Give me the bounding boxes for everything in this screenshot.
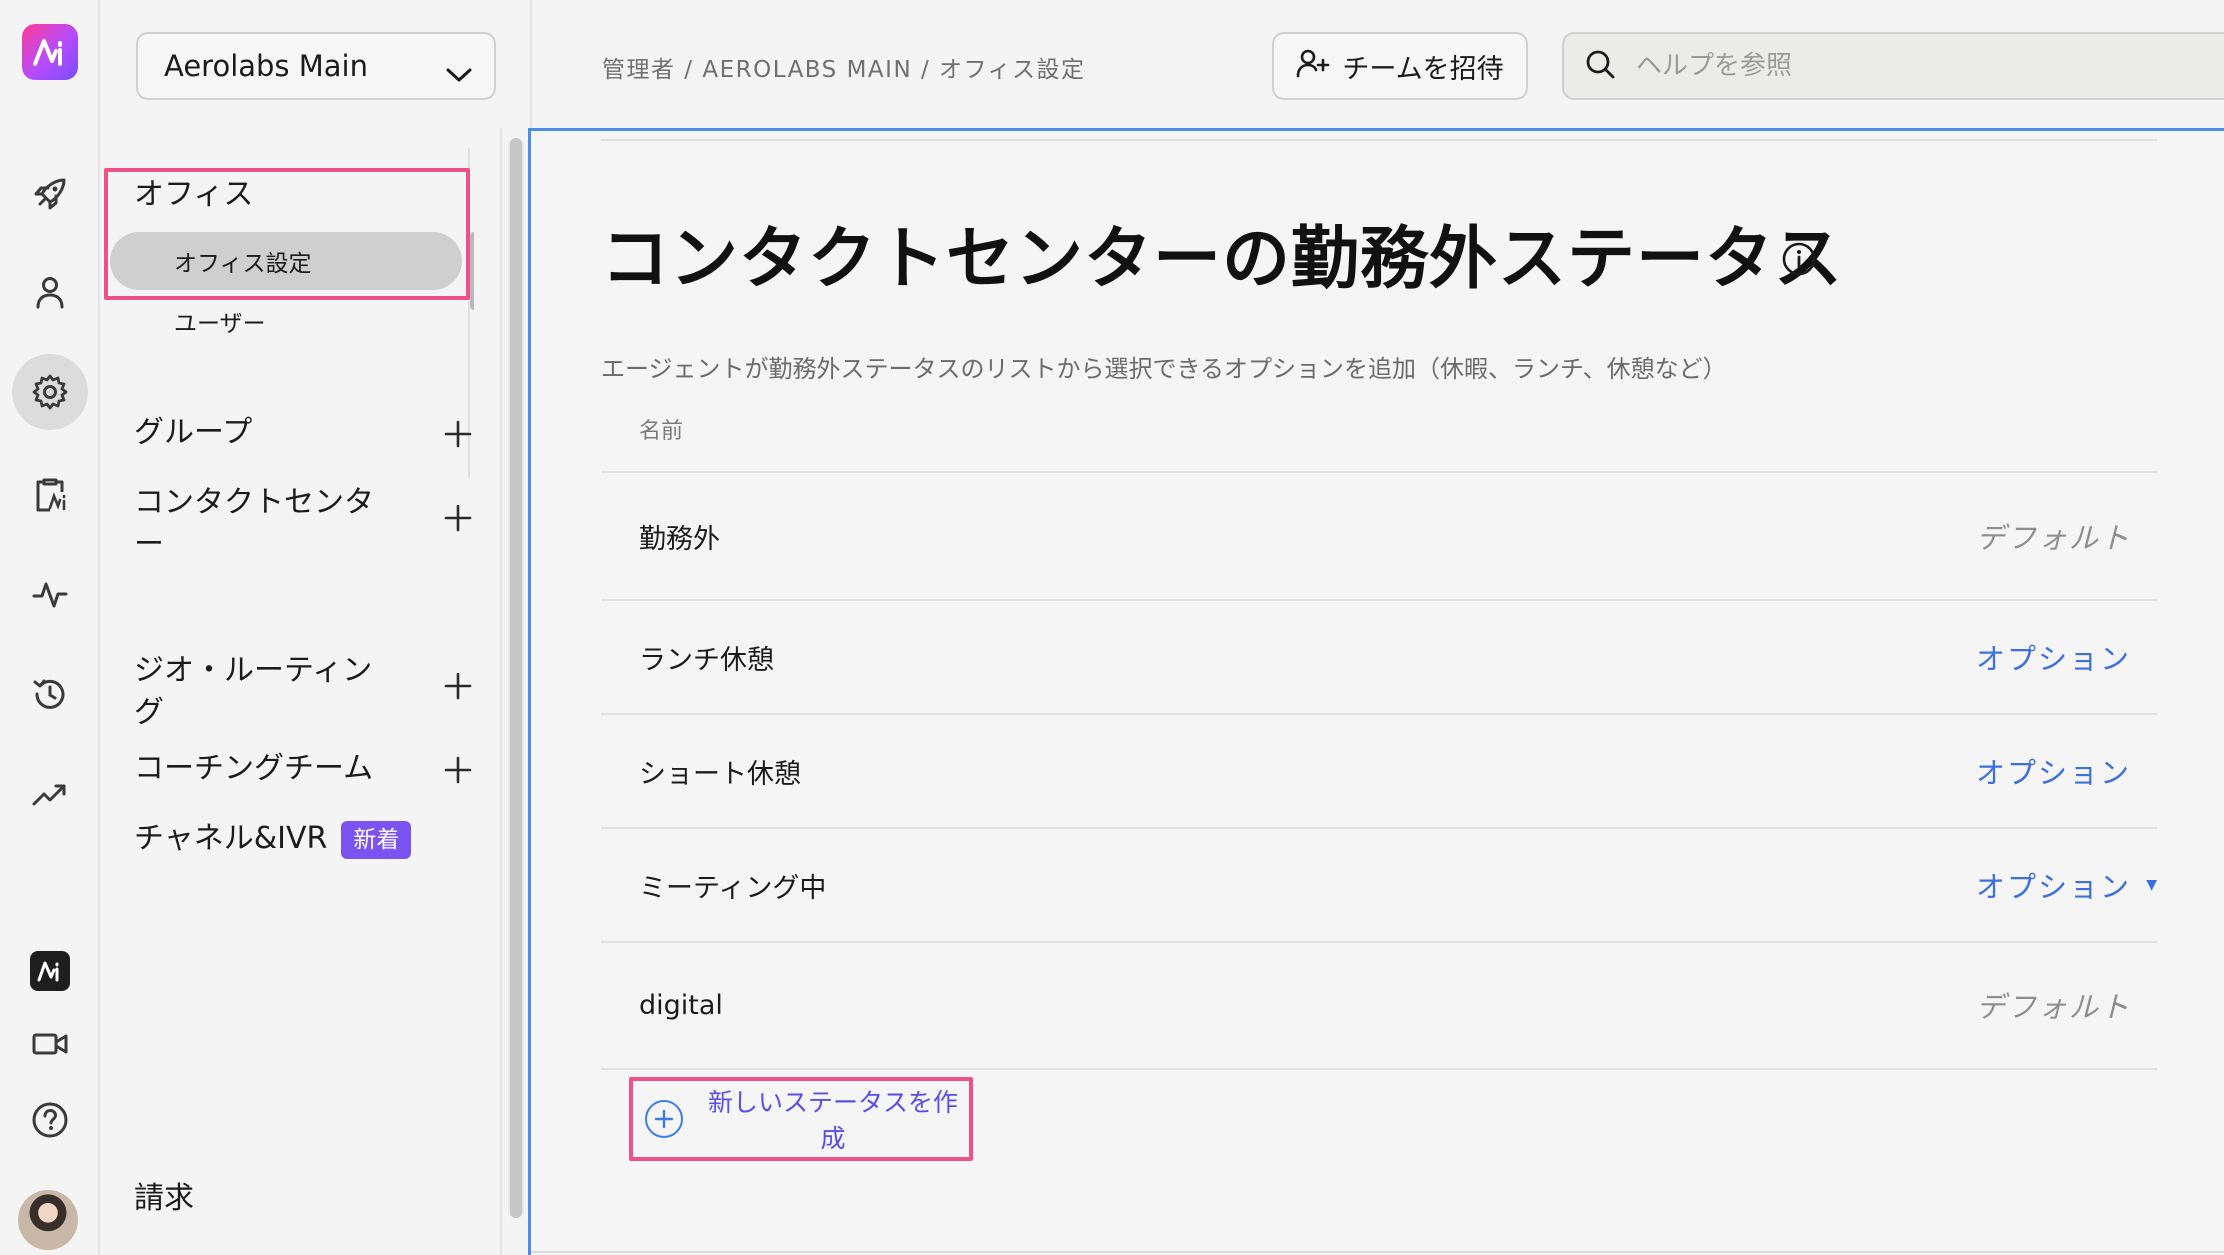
section-top-divider <box>601 139 2157 141</box>
video-icon[interactable] <box>0 1006 100 1082</box>
page-title: コンタクトセンターの勤務外ステータス <box>601 220 1844 299</box>
breadcrumb: 管理者 / AEROLABS MAIN / オフィス設定 <box>602 57 1086 83</box>
status-table: 勤務外 デフォルト ランチ休憩 オプション ショート休憩 オプション ミーティン… <box>601 471 2157 1067</box>
settings-icon[interactable] <box>0 354 100 430</box>
invite-team-label: チームを招待 <box>1342 53 1504 84</box>
icon-rail <box>0 0 100 1255</box>
nav-section-contact-center[interactable]: コンタクトセンタ ー <box>134 482 374 566</box>
table-row[interactable]: ミーティング中 オプション ▼ <box>601 827 2157 941</box>
status-tag-option[interactable]: オプション <box>1976 636 2131 678</box>
status-tag-option[interactable]: オプション <box>1976 864 2131 906</box>
table-row[interactable]: 勤務外 デフォルト <box>601 471 2157 599</box>
settings-sidebar: オフィス オフィス設定 ユーザー グループ コンタクトセンタ ー ジオ・ルーティ… <box>100 128 530 1255</box>
clipboard-icon[interactable] <box>0 456 100 532</box>
app-logo-icon[interactable] <box>22 24 78 80</box>
nav-section-label-cont: ー <box>134 527 164 562</box>
history-icon[interactable] <box>0 656 100 732</box>
nav-section-label: ジオ・ルーティン <box>134 653 373 688</box>
add-coaching-team-plus-icon[interactable] <box>442 754 474 786</box>
add-group-plus-icon[interactable] <box>442 418 474 450</box>
create-status-button[interactable]: 新しいステータスを作成 <box>629 1077 973 1161</box>
info-icon[interactable] <box>1781 241 1817 281</box>
status-name: ミーティング中 <box>639 872 827 904</box>
nav-item-office-settings[interactable]: オフィス設定 <box>110 232 462 290</box>
add-user-icon <box>1296 48 1330 85</box>
sidebar-scrollbar[interactable] <box>508 138 524 1218</box>
search-input[interactable] <box>1636 51 2196 81</box>
status-name: digital <box>639 989 723 1021</box>
table-row[interactable]: ショート休憩 オプション <box>601 713 2157 827</box>
add-contact-center-plus-icon[interactable] <box>442 502 474 534</box>
table-row[interactable]: digital デフォルト <box>601 941 2157 1067</box>
brand-icon[interactable] <box>30 951 70 991</box>
add-geo-routing-plus-icon[interactable] <box>442 670 474 702</box>
sidebar-scrollbar-thumb[interactable] <box>510 138 522 1218</box>
status-name: ショート休憩 <box>639 758 801 790</box>
trending-icon[interactable] <box>0 756 100 832</box>
caret-down-icon[interactable]: ▼ <box>2146 877 2157 893</box>
workspace-select[interactable]: Aerolabs Main <box>136 32 496 100</box>
help-icon[interactable] <box>0 1082 100 1158</box>
create-status-label: 新しいステータスを作成 <box>707 1089 958 1153</box>
invite-team-button[interactable]: チームを招待 <box>1272 32 1528 100</box>
help-search[interactable] <box>1562 32 2224 100</box>
nav-section-label: コンタクトセンタ <box>134 485 374 520</box>
nav-section-label: チャネル&IVR <box>134 821 328 856</box>
activity-icon[interactable] <box>0 556 100 632</box>
user-avatar[interactable] <box>18 1190 78 1250</box>
nav-section-groups[interactable]: グループ <box>134 412 252 454</box>
main-panel: コンタクトセンターの勤務外ステータス エージェントが勤務外ステータスのリストから… <box>528 128 2224 1255</box>
table-bottom-divider <box>601 1068 2157 1070</box>
nav-section-geo-routing[interactable]: ジオ・ルーティン グ <box>134 650 372 734</box>
nav-item-label: ユーザー <box>174 311 266 337</box>
top-bar: Aerolabs Main 管理者 / AEROLABS MAIN / オフィス… <box>100 0 2224 128</box>
nav-section-coaching-team[interactable]: コーチングチーム <box>134 748 373 790</box>
chevron-down-icon <box>446 56 472 90</box>
status-tag-default: デフォルト <box>1975 521 2131 555</box>
launch-icon[interactable] <box>0 156 100 232</box>
status-name: ランチ休憩 <box>639 644 774 676</box>
nav-section-office[interactable]: オフィス <box>134 174 253 216</box>
sidebar-divider <box>500 128 502 1255</box>
app-window: Aerolabs Main 管理者 / AEROLABS MAIN / オフィス… <box>0 0 2224 1255</box>
office-submenu-scrollbar[interactable] <box>470 232 474 310</box>
status-name: 勤務外 <box>639 523 720 555</box>
nav-section-channels-ivr[interactable]: チャネル&IVR 新着 <box>134 818 412 860</box>
nav-item-users[interactable]: ユーザー <box>110 292 462 350</box>
table-row[interactable]: ランチ休憩 オプション <box>601 599 2157 713</box>
topbar-divider <box>530 0 532 128</box>
workspace-name: Aerolabs Main <box>164 49 368 83</box>
user-icon[interactable] <box>0 254 100 330</box>
nav-item-label: オフィス設定 <box>174 251 312 277</box>
column-header-name: 名前 <box>639 419 684 444</box>
page-description: エージェントが勤務外ステータスのリストから選択できるオプションを追加（休暇、ラン… <box>601 355 1727 383</box>
new-badge: 新着 <box>341 820 412 859</box>
status-tag-option[interactable]: オプション <box>1976 750 2131 792</box>
main-footer-divider <box>531 1251 2224 1253</box>
sidebar-nav: オフィス オフィス設定 ユーザー グループ コンタクトセンタ ー ジオ・ルーティ… <box>100 128 474 1255</box>
search-icon <box>1584 48 1616 84</box>
plus-circle-icon <box>645 1100 683 1138</box>
nav-section-label-cont: グ <box>134 695 164 730</box>
status-tag-default: デフォルト <box>1975 990 2131 1024</box>
nav-section-billing[interactable]: 請求 <box>134 1178 194 1220</box>
